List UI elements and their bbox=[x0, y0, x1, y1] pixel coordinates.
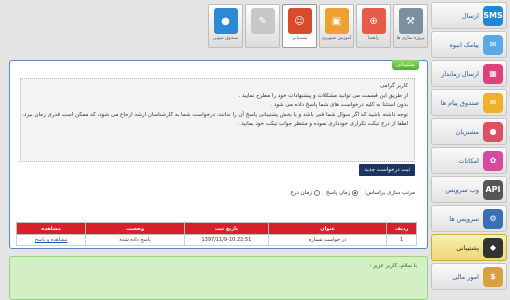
sidebar-item-label: ارسال زماندار bbox=[441, 69, 479, 78]
support-person-icon: ☺ bbox=[287, 8, 312, 34]
message-greeting: با سلام، کاربر عزیز : bbox=[369, 263, 417, 269]
toolbar-item-label: راهنما bbox=[367, 36, 380, 41]
sidebar-item-1[interactable]: ✉ پیامک انبوه bbox=[431, 31, 507, 58]
toolbar-item-4[interactable]: ✎ bbox=[245, 4, 280, 48]
sidebar-item-4[interactable]: ● مشتریان bbox=[431, 118, 507, 145]
notice-line: توجه داشته باشید که اگر سوال شما فنی باش… bbox=[22, 111, 408, 118]
graduation-cap-icon: ◆ bbox=[483, 237, 503, 258]
sidebar-item-3[interactable]: ✉ صندوق پیام ها bbox=[431, 89, 507, 116]
toolbar-item-label: پشتیبانی bbox=[291, 36, 308, 41]
notice-line: از طریق این قسمت می توانید مشکلات و پیشن… bbox=[238, 92, 408, 99]
services-icon: ⚙ bbox=[483, 208, 503, 229]
table-cell: پاسخ داده شده bbox=[85, 234, 185, 246]
sidebar-item-label: پشتیبانی bbox=[456, 243, 479, 252]
table-cell: مشاهده و پاسخ bbox=[15, 234, 87, 246]
sidebar-item-6[interactable]: API وب سرویس bbox=[431, 176, 507, 203]
sidebar-item-label: مشتریان bbox=[455, 127, 479, 136]
toolbar-item-3[interactable]: ☺ پشتیبانی bbox=[282, 4, 317, 48]
new-request-button[interactable]: ثبت درخواست جدید bbox=[359, 164, 415, 176]
sidebar-item-9[interactable]: $ امور مالی bbox=[431, 263, 507, 290]
column-header: عنوان bbox=[267, 222, 388, 235]
sidebar-item-2[interactable]: ▦ ارسال زماندار bbox=[431, 60, 507, 87]
sidebar-item-5[interactable]: ✿ امکانات bbox=[431, 147, 507, 174]
toolbar-item-label: آموزش تصویری bbox=[321, 36, 352, 41]
sort-option-0[interactable]: زمان پاسخ bbox=[325, 190, 359, 196]
inbox-icon: ✉ bbox=[483, 92, 503, 113]
sidebar-item-0[interactable]: SMS ارسال bbox=[431, 2, 507, 29]
notice-line: کاربر گرامی bbox=[380, 83, 408, 89]
support-panel: پشتیبانی کاربر گرامی از طریق این قسمت می … bbox=[9, 60, 428, 249]
sort-label: مرتب سازی براساس: bbox=[364, 190, 415, 196]
help-lifebuoy-icon: ⊕ bbox=[361, 8, 386, 34]
toolbar-item-0[interactable]: ⚒ پروژه سازی ها bbox=[393, 4, 428, 48]
column-header: وضعیت bbox=[85, 222, 185, 235]
table-row: 1 در خواست شماره 1397/11/9-10:22:51 پاسخ دا… bbox=[15, 234, 417, 246]
project-icon: ⚒ bbox=[398, 8, 423, 34]
sort-row: مرتب سازی براساس: زمان پاسخ زمان درج bbox=[290, 190, 415, 196]
sort-option-label: زمان درج bbox=[290, 190, 312, 196]
sidebar-item-8[interactable]: ◆ پشتیبانی bbox=[431, 234, 507, 261]
notice-line: لطفا از درج تیکت تکراری خودداری نموده و … bbox=[237, 121, 408, 128]
sidebar-item-7[interactable]: ⚙ سرویس ها bbox=[431, 205, 507, 232]
microphone-icon: ● bbox=[213, 8, 238, 34]
customers-icon: ● bbox=[483, 121, 503, 142]
sort-option-1[interactable]: زمان درج bbox=[290, 190, 320, 196]
toolbar-item-5[interactable]: ● صندوق صوتی bbox=[208, 4, 243, 48]
sidebar-item-label: سرویس ها bbox=[449, 214, 479, 223]
bulk-sms-icon: ✉ bbox=[483, 34, 503, 55]
features-icon: ✿ bbox=[483, 150, 503, 171]
radio-button[interactable] bbox=[313, 190, 320, 196]
video-tutorial-icon: ▣ bbox=[324, 8, 349, 34]
sort-option-label: زمان پاسخ bbox=[325, 190, 351, 196]
table-body: 1 در خواست شماره 1397/11/9-10:22:51 پاسخ دا… bbox=[15, 234, 417, 246]
sidebar-item-label: صندوق پیام ها bbox=[440, 98, 479, 107]
tickets-table: ردیف عنوان تاریخ ثبت وضعیت مشاهده 1 در خواست … bbox=[15, 222, 417, 246]
column-header: ردیف bbox=[386, 222, 417, 235]
sidebar-item-label: امکانات bbox=[458, 156, 479, 165]
panel-tab-label: پشتیبانی bbox=[391, 60, 419, 70]
table-cell: 1 bbox=[386, 234, 417, 246]
sidebar-item-label: ارسال bbox=[461, 11, 479, 20]
table-cell: 1397/11/9-10:22:51 bbox=[183, 234, 269, 246]
table-cell: در خواست شماره bbox=[267, 234, 388, 246]
support-center-sign-icon: ✎ bbox=[250, 8, 275, 34]
toolbar-item-label: پروژه سازی ها bbox=[396, 36, 425, 41]
calendar-icon: ▦ bbox=[483, 63, 503, 84]
notice-box: کاربر گرامی از طریق این قسمت می توانید مش… bbox=[20, 78, 415, 162]
toolbar-item-label: صندوق صوتی bbox=[212, 36, 239, 41]
sidebar-item-label: وب سرویس bbox=[445, 185, 479, 194]
sidebar-item-label: امور مالی bbox=[452, 272, 479, 281]
notice-line: بدون استثنا به کلیه درخواست های شما پاسخ… bbox=[270, 102, 408, 109]
toolbar-item-2[interactable]: ▣ آموزش تصویری bbox=[319, 4, 354, 48]
view-reply-link[interactable]: مشاهده و پاسخ bbox=[35, 237, 67, 243]
column-header: مشاهده bbox=[15, 222, 87, 235]
table-header-row: ردیف عنوان تاریخ ثبت وضعیت مشاهده bbox=[15, 222, 417, 235]
finance-icon: $ bbox=[483, 266, 503, 287]
radio-button[interactable] bbox=[352, 190, 359, 196]
sidebar: SMS ارسال ✉ پیامک انبوه ▦ ارسال زماندار ✉ صندوق… bbox=[431, 2, 507, 300]
toolbar-item-1[interactable]: ⊕ راهنما bbox=[356, 4, 391, 48]
column-header: تاریخ ثبت bbox=[183, 222, 269, 235]
top-toolbar: ⚒ پروژه سازی ها ⊕ راهنما ▣ آموزش تصویری ☺ پشتیب… bbox=[206, 4, 428, 48]
message-panel: با سلام، کاربر عزیز : bbox=[9, 256, 428, 300]
sms-icon: SMS bbox=[483, 5, 503, 26]
api-icon: API bbox=[483, 179, 503, 200]
sidebar-item-label: پیامک انبوه bbox=[449, 40, 479, 49]
